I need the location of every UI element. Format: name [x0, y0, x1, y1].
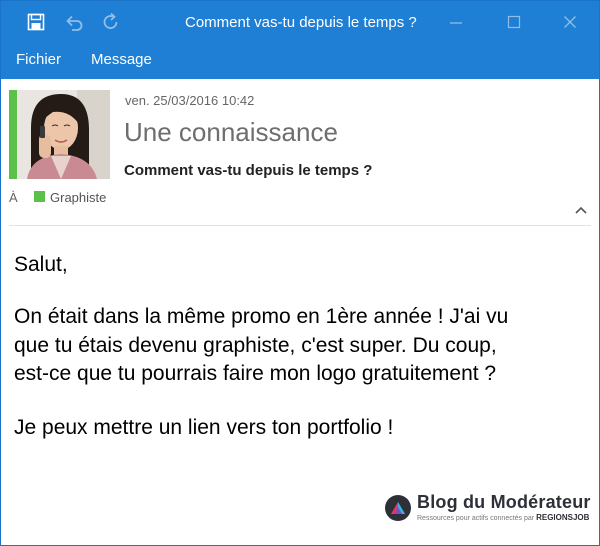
blog-logo-tagline: Ressources pour actifs connectés par [417, 515, 535, 522]
message-subject: Comment vas-tu depuis le temps ? [124, 162, 373, 179]
to-label: À [9, 190, 18, 205]
menu-item-fichier[interactable]: Fichier [16, 51, 61, 68]
message-date: ven. 25/03/2016 10:42 [125, 93, 255, 108]
blog-logo-subtitle: Ressources pour actifs connectés par REG… [417, 513, 589, 522]
menu-bar: Fichier Message [1, 43, 599, 79]
sender-name[interactable]: Une connaissance [124, 117, 338, 148]
collapse-header-icon[interactable] [573, 203, 589, 217]
redo-icon[interactable] [100, 11, 122, 33]
title-bar: Comment vas-tu depuis le temps ? [1, 1, 599, 43]
menu-item-message[interactable]: Message [91, 51, 152, 68]
header-divider [9, 225, 591, 226]
maximize-icon[interactable] [501, 10, 527, 34]
body-paragraph-1-line-2: que tu étais devenu graphiste, c'est sup… [14, 334, 497, 357]
blog-logo-brand: REGIONSJOB [536, 513, 590, 522]
sender-avatar [9, 90, 110, 179]
body-paragraph-2: Je peux mettre un lien vers ton portfoli… [14, 416, 394, 439]
mail-window: Comment vas-tu depuis le temps ? Fichier… [0, 0, 600, 546]
blog-logo-title: Blog du Modérateur [417, 492, 591, 512]
save-icon[interactable] [25, 11, 47, 33]
close-icon[interactable] [557, 10, 583, 34]
body-paragraph-1-line-3: est-ce que tu pourrais faire mon logo gr… [14, 362, 497, 385]
blog-logo-icon [385, 495, 411, 521]
minimize-icon[interactable] [443, 10, 469, 34]
undo-icon[interactable] [63, 11, 85, 33]
category-label[interactable]: Graphiste [50, 190, 106, 205]
body-paragraph-1-line-1: On était dans la même promo en 1ère anné… [14, 305, 509, 328]
window-title: Comment vas-tu depuis le temps ? [185, 14, 417, 31]
category-color-square [34, 191, 45, 202]
body-greeting: Salut, [14, 253, 68, 276]
